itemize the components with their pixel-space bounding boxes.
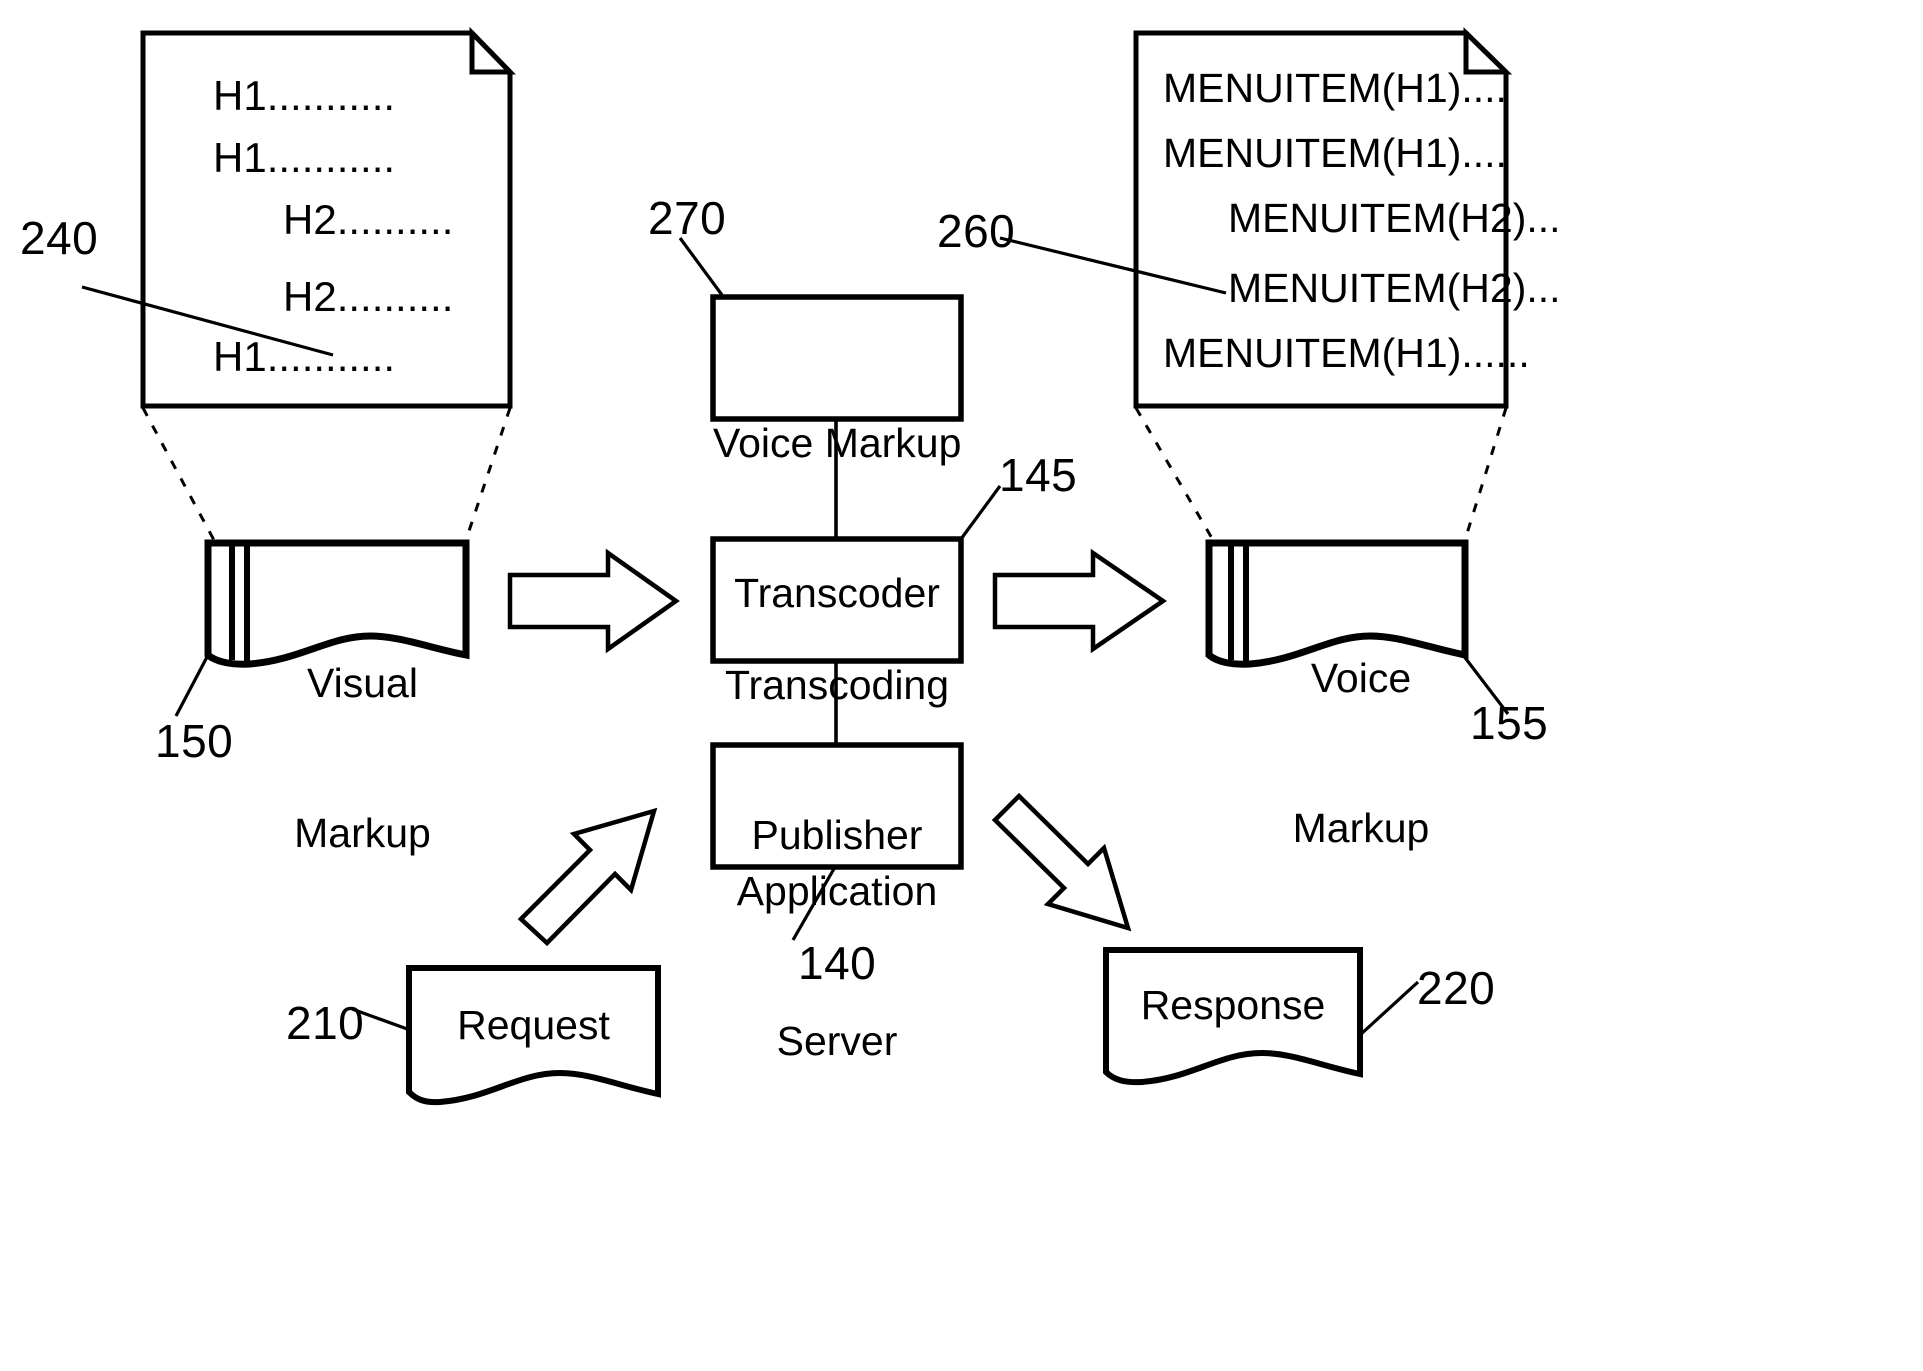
visual-doc-line-3: H2.......... <box>283 196 454 243</box>
voice-doc-line-2: MENUITEM(H1).... <box>1163 130 1507 176</box>
visual-doc-line-4: H2.......... <box>283 273 454 320</box>
arrow-appserver-to-response <box>991 792 1132 932</box>
voice-doc-line-4: MENUITEM(H2)... <box>1228 265 1561 311</box>
voice-markup-label: Voice Markup <box>1255 553 1467 953</box>
voice-doc-expansion-lines <box>1134 407 1508 541</box>
reference-number-145: 145 <box>999 449 1078 501</box>
visual-markup-label-line1: Visual <box>307 660 418 707</box>
publisher-label-line1: Transcoding <box>724 662 950 709</box>
voice-doc-line-1: MENUITEM(H1).... <box>1163 65 1507 111</box>
reference-number-270: 270 <box>648 192 727 244</box>
voice-markup-label-line1: Voice <box>1310 655 1412 702</box>
request-label: Request <box>457 1002 610 1048</box>
application-server-label: Application Server <box>713 766 961 1166</box>
arrow-publisher-to-voice <box>992 548 1167 654</box>
visual-doc-line-5: H1........... <box>213 333 396 380</box>
page-fold-icon <box>469 26 516 75</box>
reference-number-150: 150 <box>155 715 234 767</box>
reference-number-210: 210 <box>286 997 365 1049</box>
visual-doc-line-2: H1........... <box>213 134 396 181</box>
voice-markup-label-line2: Markup <box>1292 805 1430 852</box>
reference-number-260: 260 <box>937 205 1016 257</box>
response-label: Response <box>1140 982 1326 1028</box>
appserver-label-line1: Application <box>736 868 938 915</box>
reference-number-155: 155 <box>1470 697 1549 749</box>
reference-number-240: 240 <box>20 212 99 264</box>
visual-markup-label-line2: Markup <box>294 810 431 857</box>
callout-line-220 <box>1358 980 1420 1037</box>
callout-line-145 <box>959 485 1002 540</box>
callout-line-150 <box>174 656 209 717</box>
arrow-request-to-appserver <box>517 807 658 947</box>
arrow-visual-to-publisher <box>507 548 680 654</box>
voice-doc-line-3: MENUITEM(H2)... <box>1228 195 1561 241</box>
transcoder-label-line1: Voice Markup <box>713 420 962 467</box>
visual-markup-label: Visual Markup <box>255 558 470 958</box>
figure-canvas: H1........... H1........... H2..........… <box>0 0 1923 1371</box>
reference-number-220: 220 <box>1417 962 1496 1014</box>
callout-line-270 <box>678 237 724 296</box>
appserver-label-line2: Server <box>776 1018 898 1065</box>
visual-doc-line-1: H1........... <box>213 72 396 119</box>
voice-doc-line-5: MENUITEM(H1)...... <box>1163 330 1530 376</box>
visual-doc-expansion-lines <box>141 407 512 543</box>
